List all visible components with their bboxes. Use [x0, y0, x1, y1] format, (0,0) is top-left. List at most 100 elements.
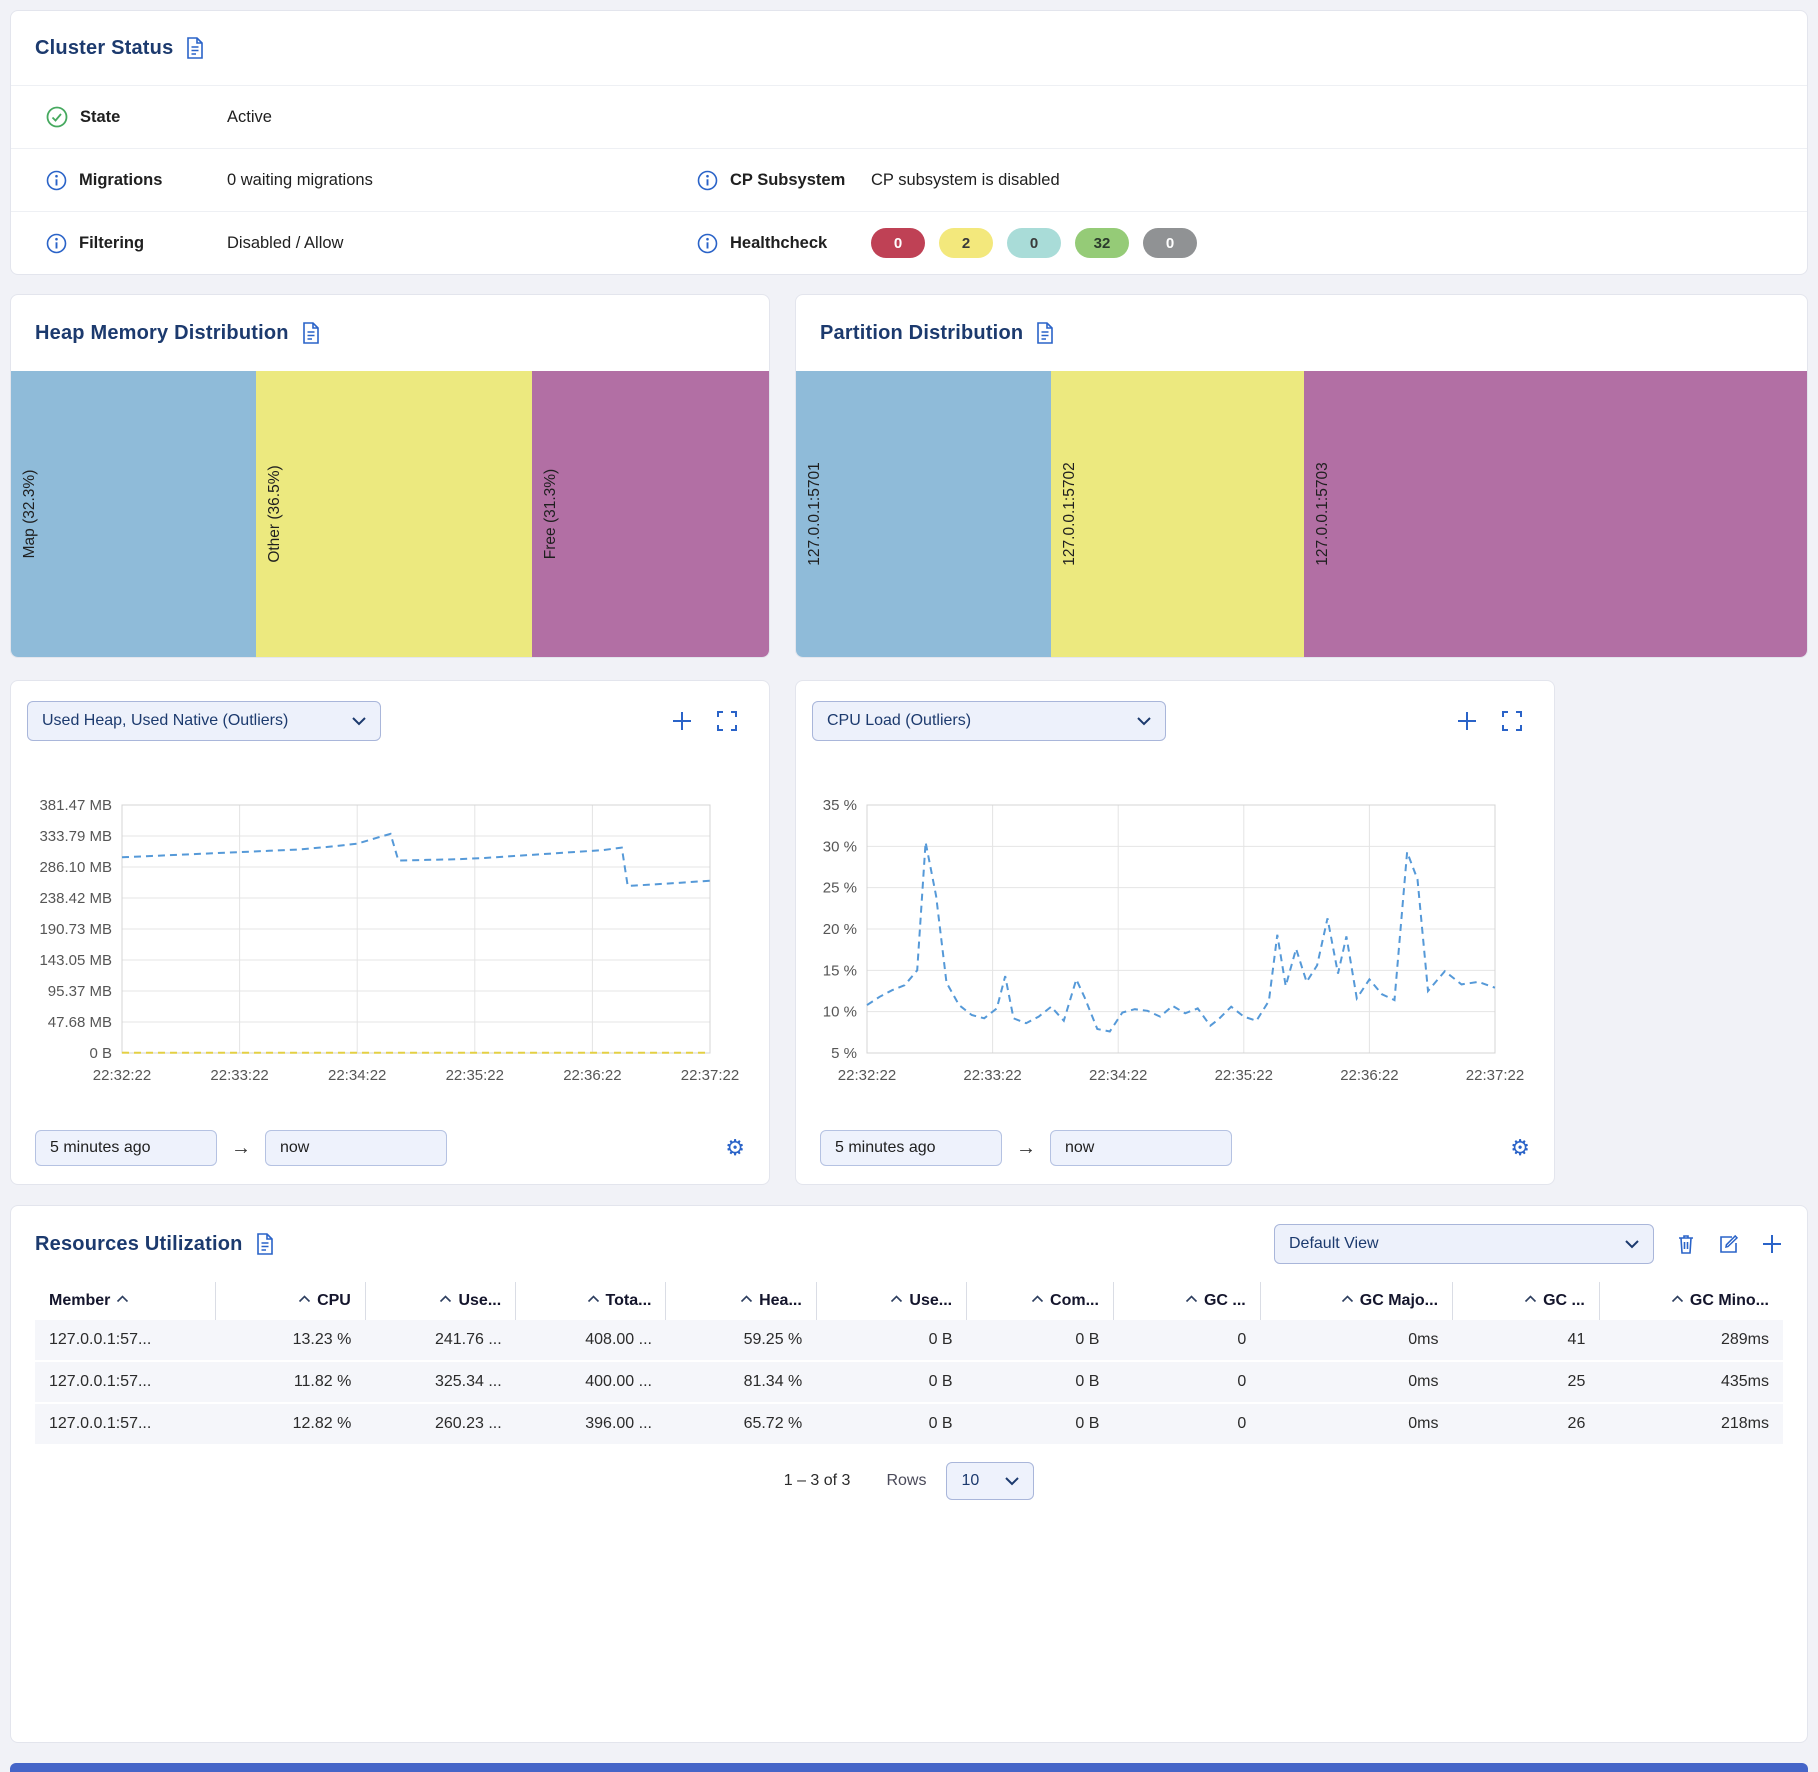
- info-icon[interactable]: [46, 233, 67, 254]
- metric-select[interactable]: CPU Load (Outliers): [812, 701, 1166, 741]
- column-header-5[interactable]: Use...: [816, 1282, 966, 1320]
- filtering-label: Filtering: [79, 234, 144, 253]
- info-icon[interactable]: [697, 233, 718, 254]
- svg-text:20 %: 20 %: [823, 921, 857, 938]
- table-cell: 0 B: [967, 1320, 1114, 1361]
- table-cell: 81.34 %: [666, 1361, 816, 1403]
- table-cell: 0ms: [1260, 1361, 1452, 1403]
- gear-icon[interactable]: ⚙: [725, 1137, 745, 1159]
- table-cell: 241.76 ...: [365, 1320, 515, 1361]
- svg-text:47.68 MB: 47.68 MB: [48, 1014, 112, 1031]
- gear-icon[interactable]: ⚙: [1510, 1137, 1530, 1159]
- resources-title: Resources Utilization: [35, 1233, 243, 1256]
- distribution-segment: 127.0.0.1:5701: [796, 371, 1051, 657]
- metric-select[interactable]: Used Heap, Used Native (Outliers): [27, 701, 381, 741]
- distribution-segment: Other (36.5%): [256, 371, 532, 657]
- column-header-0[interactable]: Member: [35, 1282, 215, 1320]
- state-value: Active: [227, 108, 272, 127]
- healthcheck-badge[interactable]: 0: [1007, 228, 1061, 258]
- rows-per-page-select[interactable]: 10: [946, 1462, 1034, 1500]
- svg-text:0 B: 0 B: [89, 1045, 112, 1062]
- fullscreen-icon[interactable]: [1502, 711, 1522, 731]
- chevron-down-icon: [352, 717, 366, 726]
- table-row[interactable]: 127.0.0.1:57...11.82 %325.34 ...400.00 .…: [35, 1361, 1783, 1403]
- column-header-9[interactable]: GC ...: [1453, 1282, 1600, 1320]
- cpu-load-chart: 5 %10 %15 %20 %25 %30 %35 %22:32:2222:33…: [812, 793, 1540, 1093]
- healthcheck-badge[interactable]: 0: [871, 228, 925, 258]
- table-cell: 13.23 %: [215, 1320, 365, 1361]
- time-to-input[interactable]: now: [265, 1130, 447, 1166]
- table-cell: 260.23 ...: [365, 1403, 515, 1445]
- migrations-value: 0 waiting migrations: [227, 171, 373, 190]
- column-header-2[interactable]: Use...: [365, 1282, 515, 1320]
- distribution-segment: 127.0.0.1:5702: [1051, 371, 1304, 657]
- table-cell: 435ms: [1599, 1361, 1783, 1403]
- healthcheck-badge[interactable]: 0: [1143, 228, 1197, 258]
- time-from-input[interactable]: 5 minutes ago: [820, 1130, 1002, 1166]
- cluster-status-title: Cluster Status: [35, 37, 173, 60]
- pagination: 1 – 3 of 3 Rows 10: [11, 1462, 1807, 1500]
- svg-text:35 %: 35 %: [823, 797, 857, 814]
- cp-subsystem-label: CP Subsystem: [730, 171, 845, 190]
- add-widget-icon[interactable]: [671, 710, 693, 732]
- document-icon[interactable]: [255, 1233, 275, 1255]
- svg-text:22:33:22: 22:33:22: [963, 1067, 1021, 1084]
- document-icon[interactable]: [1035, 322, 1055, 344]
- view-select[interactable]: Default View: [1274, 1224, 1654, 1264]
- svg-text:5 %: 5 %: [831, 1045, 857, 1062]
- partition-distribution-card: Partition Distribution 127.0.0.1:5701127…: [795, 294, 1808, 658]
- add-widget-icon[interactable]: [1456, 710, 1478, 732]
- heap-chart-card: Used Heap, Used Native (Outliers) 0 B 47.…: [10, 680, 770, 1185]
- segment-label: Map (32.3%): [21, 470, 39, 559]
- healthcheck-badge[interactable]: 2: [939, 228, 993, 258]
- resources-table-body: 127.0.0.1:57...13.23 %241.76 ...408.00 .…: [35, 1320, 1783, 1445]
- column-header-4[interactable]: Hea...: [666, 1282, 816, 1320]
- state-label: State: [80, 108, 120, 127]
- add-view-icon[interactable]: [1761, 1233, 1783, 1255]
- column-header-1[interactable]: CPU: [215, 1282, 365, 1320]
- svg-text:22:35:22: 22:35:22: [1215, 1067, 1273, 1084]
- info-icon[interactable]: [697, 170, 718, 191]
- arrow-right-icon: →: [231, 1137, 251, 1160]
- fullscreen-icon[interactable]: [717, 711, 737, 731]
- delete-view-icon[interactable]: [1676, 1233, 1696, 1255]
- rows-per-page-value: 10: [961, 1472, 979, 1490]
- heap-distribution-title: Heap Memory Distribution: [35, 322, 289, 345]
- distribution-segment: 127.0.0.1:5703: [1304, 371, 1807, 657]
- table-row[interactable]: 127.0.0.1:57...13.23 %241.76 ...408.00 .…: [35, 1320, 1783, 1361]
- column-header-7[interactable]: GC ...: [1113, 1282, 1260, 1320]
- cpu-chart-card: CPU Load (Outliers) 5 %10 %15 %20 %25 %3…: [795, 680, 1555, 1185]
- svg-text:22:36:22: 22:36:22: [563, 1067, 621, 1084]
- time-from-input[interactable]: 5 minutes ago: [35, 1130, 217, 1166]
- time-to-input[interactable]: now: [1050, 1130, 1232, 1166]
- metric-select-value: CPU Load (Outliers): [827, 712, 971, 730]
- healthcheck-badge[interactable]: 32: [1075, 228, 1129, 258]
- next-widget-partial: [10, 1763, 1808, 1772]
- column-header-6[interactable]: Com...: [967, 1282, 1114, 1320]
- heap-usage-chart: 0 B47.68 MB95.37 MB143.05 MB190.73 MB238…: [27, 793, 755, 1093]
- view-select-value: Default View: [1289, 1235, 1379, 1253]
- svg-text:22:34:22: 22:34:22: [1089, 1067, 1147, 1084]
- table-cell: 396.00 ...: [516, 1403, 666, 1445]
- table-cell: 11.82 %: [215, 1361, 365, 1403]
- heap-distribution-bar: Map (32.3%)Other (36.5%)Free (31.3%): [11, 371, 769, 657]
- cluster-status-header: Cluster Status: [11, 11, 1807, 85]
- column-header-8[interactable]: GC Majo...: [1260, 1282, 1452, 1320]
- check-circle-icon: [46, 106, 68, 128]
- document-icon[interactable]: [185, 37, 205, 59]
- info-icon[interactable]: [46, 170, 67, 191]
- segment-label: 127.0.0.1:5702: [1061, 462, 1079, 565]
- svg-text:22:35:22: 22:35:22: [446, 1067, 504, 1084]
- column-header-10[interactable]: GC Mino...: [1599, 1282, 1783, 1320]
- edit-view-icon[interactable]: [1718, 1234, 1739, 1255]
- heap-distribution-card: Heap Memory Distribution Map (32.3%) Othe…: [10, 294, 770, 658]
- table-cell: 0 B: [816, 1361, 966, 1403]
- table-cell: 41: [1453, 1320, 1600, 1361]
- table-cell: 0: [1113, 1403, 1260, 1445]
- table-cell: 127.0.0.1:57...: [35, 1361, 215, 1403]
- table-row[interactable]: 127.0.0.1:57...12.82 %260.23 ...396.00 .…: [35, 1403, 1783, 1445]
- document-icon[interactable]: [301, 322, 321, 344]
- svg-text:22:37:22: 22:37:22: [681, 1067, 739, 1084]
- table-cell: 127.0.0.1:57...: [35, 1320, 215, 1361]
- column-header-3[interactable]: Tota...: [516, 1282, 666, 1320]
